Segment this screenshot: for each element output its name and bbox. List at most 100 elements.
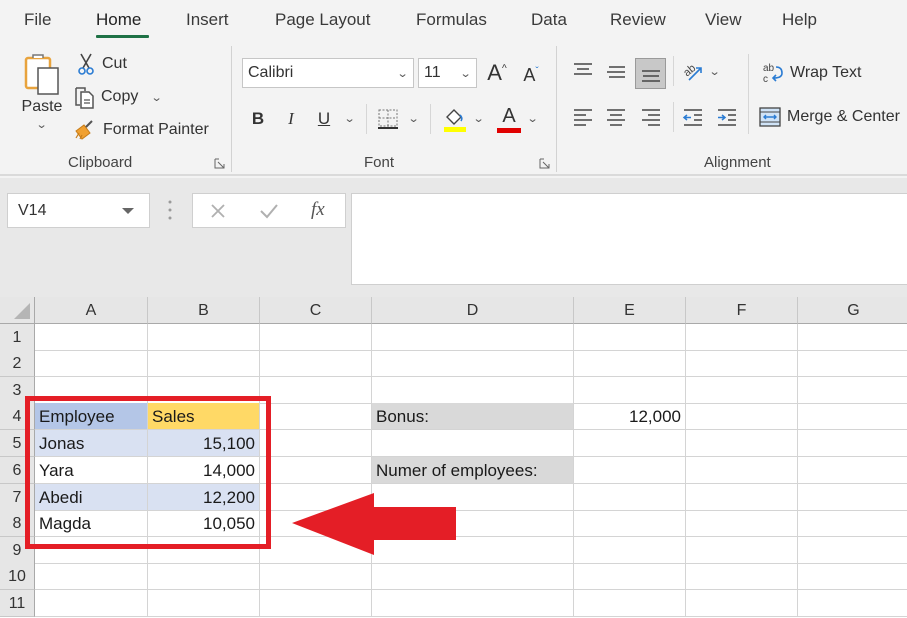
tab-file[interactable]: File [24,10,51,30]
cell-b9[interactable] [148,537,260,564]
cut-button[interactable]: Cut [76,52,127,76]
tab-review[interactable]: Review [610,10,666,30]
tab-data[interactable]: Data [531,10,567,30]
table-cell-sales[interactable]: 14,000 [148,457,260,484]
cell-f10[interactable] [686,563,798,590]
cell-g9[interactable] [798,537,907,564]
cell-c10[interactable] [260,563,372,590]
cell-e5[interactable] [574,430,686,457]
bonus-label-cell[interactable]: Bonus: [372,403,574,430]
cell-a3[interactable] [35,377,148,404]
cell-f3[interactable] [686,377,798,404]
increase-indent-button[interactable] [714,104,740,130]
cell-d1[interactable] [372,324,574,351]
tab-page-layout[interactable]: Page Layout [275,10,370,30]
row-header-6[interactable]: 6 [0,457,35,484]
cell-a11[interactable] [35,590,148,617]
table-cell-employee[interactable]: Magda [35,510,148,537]
cell-b10[interactable] [148,563,260,590]
cell-g3[interactable] [798,377,907,404]
tab-formulas[interactable]: Formulas [416,10,487,30]
cell-g4[interactable] [798,403,907,430]
column-header-a[interactable]: A [35,297,148,324]
cell-e10[interactable] [574,563,686,590]
font-name-select[interactable]: Calibri ⌄ [242,58,414,88]
row-header-5[interactable]: 5 [0,430,35,457]
cell-d10[interactable] [372,563,574,590]
font-color-button[interactable]: A [495,104,523,134]
bold-button[interactable]: B [248,106,268,132]
cell-e3[interactable] [574,377,686,404]
cell-c2[interactable] [260,350,372,377]
name-box-dropdown-icon[interactable] [122,208,134,214]
clipboard-dialog-launcher-icon[interactable] [214,158,225,169]
table-cell-sales[interactable]: 12,200 [148,484,260,511]
cell-d2[interactable] [372,350,574,377]
cell-c3[interactable] [260,377,372,404]
cell-d11[interactable] [372,590,574,617]
enter-check-icon[interactable] [259,203,279,219]
cell-f8[interactable] [686,510,798,537]
orientation-button[interactable]: ab [681,56,707,86]
column-header-g[interactable]: G [798,297,907,324]
tab-help[interactable]: Help [782,10,817,30]
cell-c1[interactable] [260,324,372,351]
cell-b3[interactable] [148,377,260,404]
table-cell-employee[interactable]: Jonas [35,430,148,457]
column-header-c[interactable]: C [260,297,372,324]
row-header-11[interactable]: 11 [0,590,35,617]
cell-f1[interactable] [686,324,798,351]
cell-c5[interactable] [260,430,372,457]
font-dialog-launcher-icon[interactable] [539,158,550,169]
bonus-value-cell[interactable]: 12,000 [574,403,686,430]
cell-e1[interactable] [574,324,686,351]
middle-align-button[interactable] [603,58,629,86]
bottom-align-button[interactable] [635,58,666,89]
fill-color-dropdown-chevron-icon[interactable]: ⌄ [473,112,485,125]
row-header-9[interactable]: 9 [0,537,35,564]
cancel-icon[interactable] [210,203,226,219]
tab-insert[interactable]: Insert [186,10,229,30]
insert-function-icon[interactable]: fx [311,199,325,221]
row-header-4[interactable]: 4 [0,403,35,430]
row-header-10[interactable]: 10 [0,563,35,590]
cell-b11[interactable] [148,590,260,617]
font-color-dropdown-chevron-icon[interactable]: ⌄ [527,112,539,125]
table-cell-sales[interactable]: 10,050 [148,510,260,537]
borders-button[interactable] [376,106,400,132]
cell-f11[interactable] [686,590,798,617]
align-left-button[interactable] [570,104,596,130]
cell-e11[interactable] [574,590,686,617]
chevron-down-icon[interactable]: ⌄ [36,118,48,131]
cell-d3[interactable] [372,377,574,404]
cell-a2[interactable] [35,350,148,377]
copy-button[interactable]: Copy ⌄ [73,85,163,109]
cell-g8[interactable] [798,510,907,537]
cell-g5[interactable] [798,430,907,457]
column-header-f[interactable]: F [686,297,798,324]
decrease-font-size-button[interactable]: Aˇ [518,60,544,90]
row-header-3[interactable]: 3 [0,377,35,404]
cell-d5[interactable] [372,430,574,457]
cell-e7[interactable] [574,484,686,511]
merge-center-button[interactable]: Merge & Center [759,107,900,127]
orientation-dropdown-chevron-icon[interactable]: ⌄ [709,65,721,78]
borders-dropdown-chevron-icon[interactable]: ⌄ [408,112,420,125]
cell-f5[interactable] [686,430,798,457]
cell-g11[interactable] [798,590,907,617]
row-header-7[interactable]: 7 [0,484,35,511]
cell-f9[interactable] [686,537,798,564]
cell-e8[interactable] [574,510,686,537]
cell-f6[interactable] [686,457,798,484]
cell-b2[interactable] [148,350,260,377]
row-header-8[interactable]: 8 [0,510,35,537]
cell-g6[interactable] [798,457,907,484]
name-box[interactable]: V14 [7,193,150,228]
align-right-button[interactable] [638,104,664,130]
font-size-select[interactable]: 11 ⌄ [418,58,477,88]
table-cell-sales[interactable]: 15,100 [148,430,260,457]
underline-dropdown-chevron-icon[interactable]: ⌄ [344,112,356,125]
column-header-e[interactable]: E [574,297,686,324]
top-align-button[interactable] [570,58,596,84]
cell-b1[interactable] [148,324,260,351]
